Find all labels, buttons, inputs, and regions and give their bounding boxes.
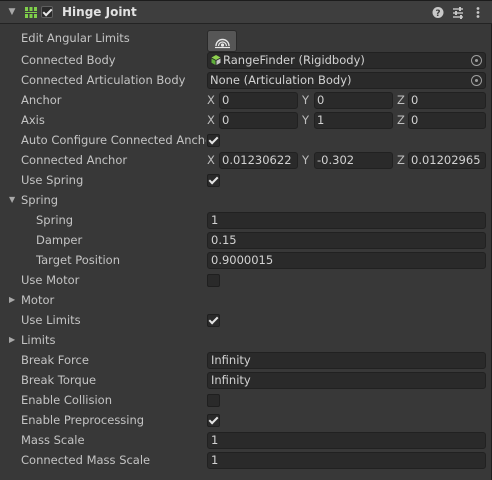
anchor-x-label[interactable]: X <box>207 90 215 110</box>
svg-text:?: ? <box>435 9 440 19</box>
edit-angular-limits-label: Edit Angular Limits <box>21 31 130 45</box>
foldout-motor[interactable]: ▶ Motor <box>0 290 492 310</box>
connected-body-field[interactable]: RangeFinder (Rigidbody) <box>207 52 486 69</box>
collapse-arrow-icon[interactable]: ▼ <box>6 5 18 19</box>
axis-z-field[interactable]: 0 <box>408 112 486 129</box>
anchor-y-label[interactable]: Y <box>302 90 309 110</box>
connected-anchor-y-label[interactable]: Y <box>302 150 309 170</box>
collapsed-arrow-icon[interactable]: ▶ <box>9 330 15 350</box>
connected-articulation-body-field[interactable]: None (Articulation Body) <box>207 72 486 89</box>
hinge-joint-component: ▼ Hinge Joint ? Edit Angular Limits Conn… <box>0 0 492 480</box>
motor-section-label[interactable]: Motor <box>21 290 206 310</box>
row-connected-mass-scale: Connected Mass Scale 1 <box>0 450 492 470</box>
use-spring-checkbox[interactable] <box>207 174 220 187</box>
anchor-z-field[interactable]: 0 <box>408 92 486 109</box>
axis-x-field[interactable]: 0 <box>219 112 298 129</box>
connected-anchor-z-field[interactable]: 0.01202965 <box>408 152 486 169</box>
enable-preprocessing-checkbox[interactable] <box>207 414 220 427</box>
row-break-torque: Break Torque Infinity <box>0 370 492 390</box>
presets-icon[interactable] <box>451 5 465 20</box>
row-target-position: Target Position 0.9000015 <box>0 250 492 270</box>
target-position-field[interactable]: 0.9000015 <box>207 252 486 269</box>
row-mass-scale: Mass Scale 1 <box>0 430 492 450</box>
row-use-limits: Use Limits <box>0 310 492 330</box>
auto-configure-checkbox[interactable] <box>207 134 220 147</box>
mass-scale-label: Mass Scale <box>21 433 85 447</box>
damper-field[interactable]: 0.15 <box>207 232 486 249</box>
row-edit-angular-limits: Edit Angular Limits <box>0 28 492 52</box>
mass-scale-field[interactable]: 1 <box>207 432 486 449</box>
spring-section-label[interactable]: Spring <box>21 190 206 210</box>
component-header[interactable]: ▼ Hinge Joint ? <box>0 0 492 24</box>
anchor-x-field[interactable]: 0 <box>219 92 298 109</box>
row-connected-body: Connected Body RangeFinder (Rigidbody) <box>0 50 492 70</box>
connected-body-value: RangeFinder (Rigidbody) <box>223 53 365 67</box>
row-connected-articulation-body: Connected Articulation Body None (Articu… <box>0 70 492 90</box>
target-position-label: Target Position <box>36 253 121 267</box>
help-icon[interactable]: ? <box>431 5 445 20</box>
spring-label: Spring <box>36 213 74 227</box>
anchor-label: Anchor <box>21 93 62 107</box>
row-use-spring: Use Spring <box>0 170 492 190</box>
axis-y-field[interactable]: 1 <box>314 112 393 129</box>
use-motor-checkbox[interactable] <box>207 274 220 287</box>
connected-body-label: Connected Body <box>21 53 116 67</box>
rigidbody-icon <box>211 55 221 65</box>
connected-anchor-z-label[interactable]: Z <box>397 150 405 170</box>
connected-articulation-body-label: Connected Articulation Body <box>21 73 186 87</box>
connected-mass-scale-label: Connected Mass Scale <box>21 453 151 467</box>
axis-x-label[interactable]: X <box>207 110 215 130</box>
row-break-force: Break Force Infinity <box>0 350 492 370</box>
row-connected-anchor: Connected Anchor X 0.01230622 Y -0.302 Z… <box>0 150 492 170</box>
connected-anchor-x-field[interactable]: 0.01230622 <box>219 152 298 169</box>
row-enable-collision: Enable Collision <box>0 390 492 410</box>
use-spring-label: Use Spring <box>21 173 84 187</box>
object-picker-icon[interactable] <box>471 55 482 66</box>
damper-label: Damper <box>36 233 83 247</box>
connected-mass-scale-field[interactable]: 1 <box>207 452 486 469</box>
connected-anchor-label: Connected Anchor <box>21 153 128 167</box>
connected-articulation-body-value: None (Articulation Body) <box>210 73 352 87</box>
break-torque-field[interactable]: Infinity <box>207 372 486 389</box>
limits-section-label[interactable]: Limits <box>21 330 206 350</box>
foldout-spring[interactable]: ▼ Spring <box>0 190 492 210</box>
enable-collision-checkbox[interactable] <box>207 394 220 407</box>
collapsed-arrow-icon[interactable]: ▶ <box>9 290 15 310</box>
enable-collision-label: Enable Collision <box>21 393 112 407</box>
row-auto-configure-connected-anchor: Auto Configure Connected Anchor <box>0 130 492 150</box>
foldout-limits[interactable]: ▶ Limits <box>0 330 492 350</box>
edit-angular-limits-button[interactable] <box>207 30 237 52</box>
row-enable-preprocessing: Enable Preprocessing <box>0 410 492 430</box>
expand-arrow-icon[interactable]: ▼ <box>9 190 15 210</box>
hinge-joint-icon <box>24 7 38 18</box>
axis-z-label[interactable]: Z <box>397 110 405 130</box>
use-limits-checkbox[interactable] <box>207 314 220 327</box>
spring-field[interactable]: 1 <box>207 212 486 229</box>
use-limits-label: Use Limits <box>21 313 81 327</box>
row-spring: Spring 1 <box>0 210 492 230</box>
break-force-field[interactable]: Infinity <box>207 352 486 369</box>
angular-limits-edit-icon <box>215 38 230 49</box>
component-enabled-checkbox[interactable] <box>41 6 53 18</box>
component-title: Hinge Joint <box>62 5 137 19</box>
axis-label: Axis <box>21 113 45 127</box>
connected-anchor-x-label[interactable]: X <box>207 150 215 170</box>
row-anchor: Anchor X 0 Y 0 Z 0 <box>0 90 492 110</box>
row-use-motor: Use Motor <box>0 270 492 290</box>
more-options-icon[interactable] <box>471 5 485 20</box>
anchor-z-label[interactable]: Z <box>397 90 405 110</box>
break-force-label: Break Force <box>21 353 89 367</box>
row-axis: Axis X 0 Y 1 Z 0 <box>0 110 492 130</box>
connected-anchor-y-field[interactable]: -0.302 <box>314 152 393 169</box>
axis-y-label[interactable]: Y <box>302 110 309 130</box>
enable-preprocessing-label: Enable Preprocessing <box>21 413 145 427</box>
auto-configure-label: Auto Configure Connected Anchor <box>21 133 206 147</box>
break-torque-label: Break Torque <box>21 373 97 387</box>
anchor-y-field[interactable]: 0 <box>314 92 393 109</box>
object-picker-icon[interactable] <box>471 75 482 86</box>
row-damper: Damper 0.15 <box>0 230 492 250</box>
use-motor-label: Use Motor <box>21 273 80 287</box>
